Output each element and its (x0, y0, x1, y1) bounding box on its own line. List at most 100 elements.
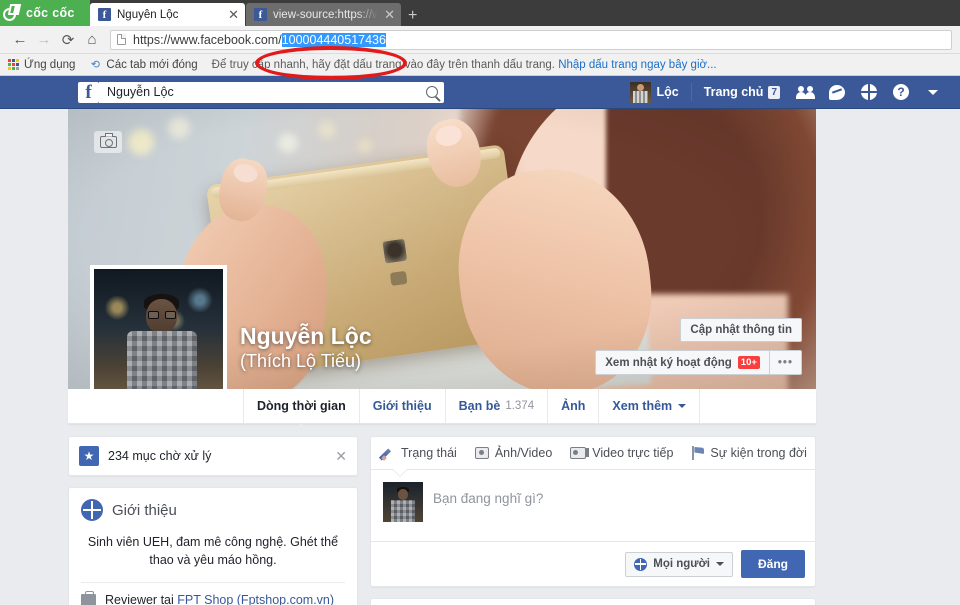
profile-tab-more[interactable]: Xem thêm (599, 389, 701, 423)
composer-tab-status[interactable]: Trạng thái (382, 446, 466, 460)
profile-content: ★ 234 mục chờ xử lý ✕ Giới thiệu Sinh vi… (68, 436, 816, 605)
close-icon[interactable]: ✕ (384, 7, 395, 23)
close-icon[interactable]: ✕ (335, 448, 347, 465)
composer-tab-label: Trạng thái (401, 446, 457, 460)
bookmarks-hint: Để truy cập nhanh, hãy đặt dấu trang vào… (212, 59, 717, 71)
profile-tab-friends[interactable]: Bạn bè 1.374 (446, 389, 549, 423)
profile-tab-label: Ảnh (561, 399, 586, 413)
avatar (383, 482, 423, 522)
address-bar[interactable]: https://www.facebook.com/100004440517436 (110, 29, 952, 50)
avatar (630, 81, 652, 103)
more-options-button[interactable]: ••• (768, 350, 802, 375)
chevron-down-icon (716, 562, 724, 566)
composer-tab-photo-video[interactable]: Ảnh/Video (466, 446, 561, 460)
help-icon: ? (893, 84, 909, 100)
account-menu-button[interactable] (918, 80, 948, 104)
cocco-logo-icon (3, 3, 22, 23)
globe-notifications-icon (861, 84, 877, 100)
url-selected-text: 100004440517436 (281, 32, 386, 47)
active-tab-caret-icon (244, 423, 359, 430)
bookmark-apps[interactable]: Ứng dụng (8, 59, 75, 71)
profile-tab-photos[interactable]: Ảnh (548, 389, 600, 423)
camera-icon (99, 133, 117, 148)
top-nav-right: Lộc Trang chủ 7 ? (622, 80, 948, 104)
intro-card: Giới thiệu Sinh viên UEH, đam mê công ng… (68, 487, 358, 605)
new-tab-button[interactable]: + (408, 8, 417, 24)
cocco-brand-logo: cốc cốc (0, 0, 90, 26)
update-cover-photo-button[interactable] (94, 131, 122, 153)
friends-count: 1.374 (505, 400, 535, 412)
help-button[interactable]: ? (886, 80, 916, 104)
search-input-value: Nguyễn Lộc (107, 85, 174, 99)
profile-tab-label: Bạn bè (458, 399, 501, 413)
close-icon[interactable]: ✕ (228, 7, 239, 23)
intro-work-link[interactable]: FPT Shop (Fptshop.com.vn) (177, 593, 334, 605)
bookmarks-import-link[interactable]: Nhập dấu trang ngay bây giờ... (558, 59, 716, 71)
globe-icon (81, 499, 103, 521)
privacy-selector[interactable]: Mọi người (625, 551, 733, 577)
pending-items-row[interactable]: ★ 234 mục chờ xử lý ✕ (69, 437, 357, 475)
photo-icon (474, 447, 489, 459)
facebook-page: SAMSUNG Nguyễn Lộc (Thích Lộ Tiể (0, 109, 960, 605)
composer-input[interactable]: Bạn đang nghĩ gì? (433, 482, 543, 533)
home-badge: 7 (768, 85, 780, 99)
composer-body[interactable]: Bạn đang nghĩ gì? (371, 470, 815, 533)
video-icon (570, 447, 590, 459)
browser-tab-facebook[interactable]: f Nguyễn Lộc ✕ (90, 3, 245, 26)
browser-tab-title: view-source:https://www.f (273, 8, 381, 21)
facebook-top-nav: f Nguyễn Lộc Lộc Trang chủ 7 ? (0, 76, 960, 109)
star-icon: ★ (79, 446, 99, 466)
profile-tab-label: Giới thiệu (372, 399, 432, 413)
activity-log-button[interactable]: Xem nhật ký hoạt động 10+ (595, 350, 769, 375)
left-column: ★ 234 mục chờ xử lý ✕ Giới thiệu Sinh vi… (68, 436, 358, 605)
url-base-text: https://www.facebook.com/ (133, 32, 282, 47)
cocco-brand-label: cốc cốc (26, 6, 75, 20)
composer-footer: Mọi người Đăng (371, 541, 815, 586)
briefcase-icon (81, 591, 96, 605)
profile-name: Nguyễn Lộc (240, 323, 372, 350)
profile-picture[interactable] (90, 265, 227, 389)
composer-tab-life-event[interactable]: Sự kiện trong đời (682, 446, 815, 460)
nav-home-link[interactable]: Trang chủ 7 (696, 85, 788, 99)
pending-items-label: 234 mục chờ xử lý (108, 449, 212, 463)
nav-divider (690, 83, 692, 101)
cover-action-row: Xem nhật ký hoạt động 10+ ••• (595, 350, 802, 375)
profile-tab-label: Dòng thời gian (257, 399, 346, 413)
composer-tab-label: Video trực tiếp (592, 446, 674, 460)
facebook-favicon-icon: f (98, 8, 111, 21)
search-icon[interactable] (426, 86, 438, 98)
intro-bio: Sinh viên UEH, đam mê công nghệ. Ghét th… (87, 535, 339, 568)
facebook-favicon-icon: f (254, 8, 267, 21)
composer-tab-label: Sự kiện trong đời (710, 446, 807, 460)
bookmark-reopen-tabs[interactable]: ⟲ Các tab mới đóng (89, 59, 198, 72)
browser-tab-title: Nguyễn Lộc (117, 8, 179, 21)
reload-icon[interactable]: ⟳ (56, 29, 80, 51)
privacy-label: Mọi người (653, 558, 710, 570)
home-icon[interactable]: ⌂ (80, 29, 104, 51)
glasses-icon (148, 311, 176, 319)
cover-photo[interactable]: SAMSUNG Nguyễn Lộc (Thích Lộ Tiể (68, 109, 816, 389)
update-info-button[interactable]: Cập nhật thông tin (680, 318, 802, 342)
notifications-button[interactable] (854, 80, 884, 104)
nav-profile-link[interactable]: Lộc (622, 81, 686, 103)
search-input[interactable]: Nguyễn Lộc (99, 81, 444, 103)
profile-tab-about[interactable]: Giới thiệu (360, 389, 446, 423)
nav-home-label: Trang chủ (703, 85, 764, 99)
composer-card: Trạng thái Ảnh/Video Video trực tiếp Sự … (370, 436, 816, 587)
composer-active-caret-icon (393, 469, 407, 476)
composer-tab-live-video[interactable]: Video trực tiếp (561, 446, 682, 460)
profile-container: SAMSUNG Nguyễn Lộc (Thích Lộ Tiể (68, 109, 816, 605)
intro-work-text: Reviewer tại FPT Shop (Fptshop.com.vn) (105, 593, 334, 605)
profile-tab-timeline[interactable]: Dòng thời gian (244, 389, 360, 430)
profile-name-block: Nguyễn Lộc (Thích Lộ Tiểu) (240, 323, 372, 373)
post-button[interactable]: Đăng (741, 550, 805, 578)
intro-title: Giới thiệu (112, 501, 177, 519)
page-info-icon[interactable] (117, 34, 126, 45)
messages-button[interactable] (822, 80, 852, 104)
profile-subtitle: (Thích Lộ Tiểu) (240, 350, 362, 371)
intro-header: Giới thiệu (69, 488, 357, 529)
facebook-logo-icon[interactable]: f (78, 81, 99, 103)
back-icon[interactable]: ← (8, 29, 32, 51)
friend-requests-button[interactable] (790, 80, 820, 104)
browser-tab-view-source[interactable]: f view-source:https://www.f ✕ (246, 3, 401, 26)
